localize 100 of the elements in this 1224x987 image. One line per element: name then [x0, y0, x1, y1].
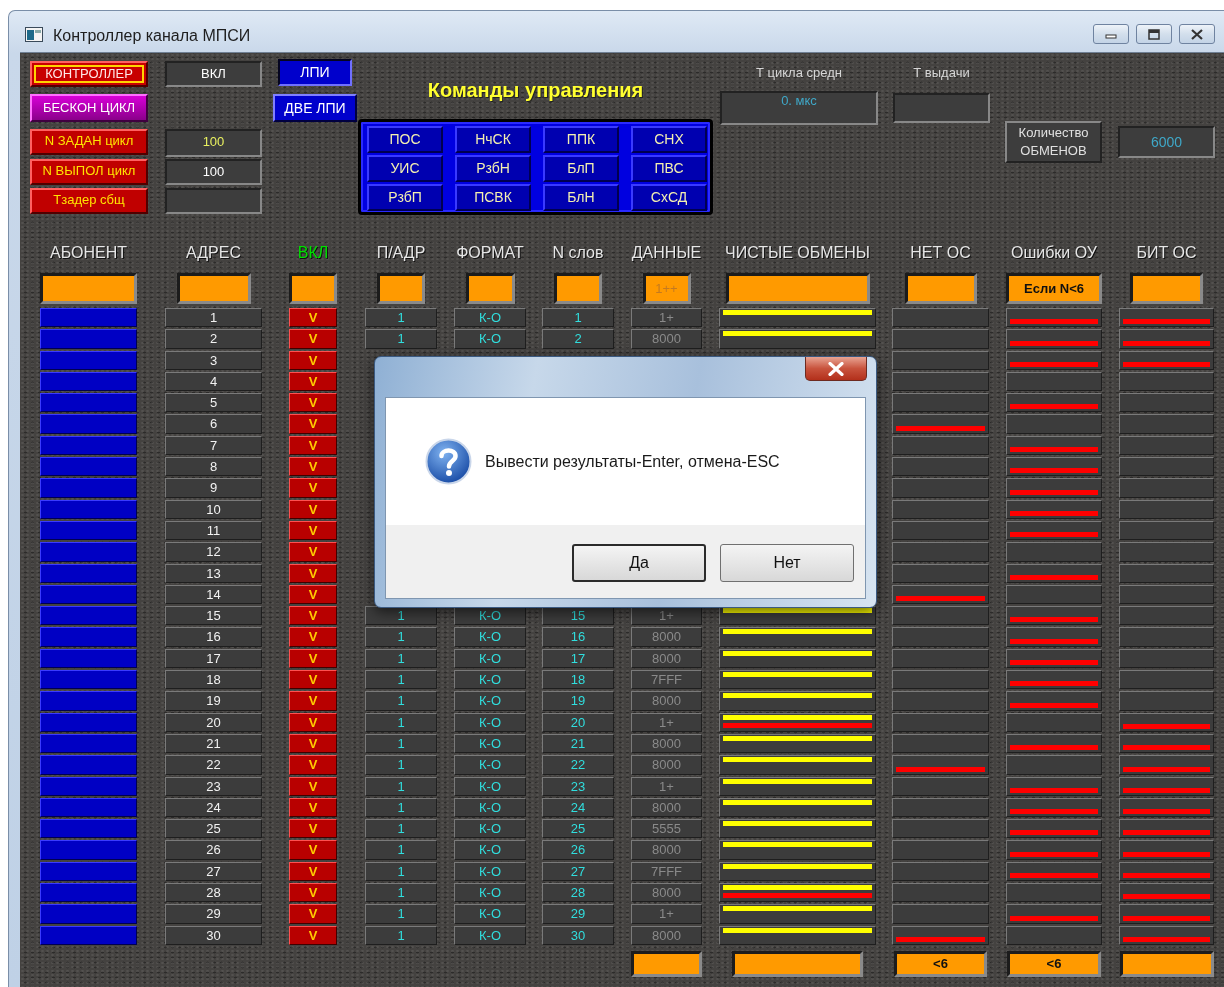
address-cell: 15 — [165, 606, 262, 626]
command-button[interactable]: ПОС — [367, 126, 443, 153]
enable-cell: V — [289, 925, 337, 945]
enable-cell: V — [289, 371, 337, 392]
data-cell: 8000 — [631, 627, 702, 647]
enable-cell: V — [289, 520, 337, 541]
total-field: <6 — [894, 950, 987, 977]
command-button[interactable]: БлП — [543, 155, 619, 182]
command-button[interactable]: УИС — [367, 155, 443, 182]
table-cell: 18 — [542, 670, 614, 690]
command-button[interactable]: ПВС — [631, 155, 707, 182]
close-button[interactable] — [1179, 24, 1215, 44]
column-header: П/АДР — [376, 243, 426, 263]
filter-field[interactable] — [176, 273, 251, 304]
parameter-label: N ЗАДАН цикл — [30, 129, 148, 155]
enable-cell: V — [289, 457, 337, 477]
command-button[interactable]: НчСК — [455, 126, 531, 153]
enable-cell: V — [289, 755, 337, 775]
lpi-button[interactable]: ДВЕ ЛПИ — [273, 94, 357, 122]
dialog-button[interactable]: Нет — [720, 544, 854, 582]
command-button[interactable]: БлН — [543, 184, 619, 211]
address-cell: 24 — [165, 797, 262, 818]
column-header: НЕТ ОС — [910, 243, 971, 263]
mode-button[interactable]: КОНТРОЛЛЕР — [30, 61, 148, 87]
data-cell: 1+ — [631, 712, 702, 732]
data-cell: 7FFF — [631, 861, 702, 881]
filter-field[interactable] — [377, 273, 425, 304]
table-cell: 1 — [365, 606, 437, 626]
table-cell: 1 — [365, 797, 437, 818]
table-cell: К-О — [454, 840, 526, 860]
address-cell: 12 — [165, 542, 262, 562]
data-cell: 8000 — [631, 797, 702, 818]
filter-field[interactable] — [465, 273, 515, 304]
table-cell: 20 — [542, 712, 614, 732]
enable-cell: V — [289, 904, 337, 924]
address-cell: 13 — [165, 563, 262, 583]
command-button[interactable]: РзбП — [367, 184, 443, 211]
enable-cell: V — [289, 670, 337, 690]
enable-cell: V — [289, 883, 337, 903]
dialog-message: Вывести результаты-Enter, отмена-ESC — [485, 451, 780, 472]
dialog-button[interactable]: Да — [572, 544, 706, 582]
exchange-count-button[interactable]: Количество ОБМЕНОВ — [1005, 121, 1102, 163]
command-button[interactable]: РзбН — [455, 155, 531, 182]
table-cell: 22 — [542, 755, 614, 775]
table-cell: 30 — [542, 925, 614, 945]
mode-button[interactable]: БЕСКОН ЦИКЛ — [30, 94, 148, 122]
table-cell: К-О — [454, 861, 526, 881]
address-cell: 1 — [165, 308, 262, 328]
table-cell: К-О — [454, 733, 526, 754]
close-icon — [827, 361, 845, 376]
data-cell: 7FFF — [631, 670, 702, 690]
table-cell: К-О — [454, 670, 526, 690]
filter-field[interactable] — [904, 273, 977, 304]
enable-cell: V — [289, 563, 337, 583]
total-field: <6 — [1007, 950, 1101, 977]
data-cell: 1+ — [631, 776, 702, 796]
command-button[interactable]: ПСВК — [455, 184, 531, 211]
address-cell: 10 — [165, 499, 262, 519]
data-cell: 5555 — [631, 819, 702, 839]
input-field[interactable]: 100 — [165, 129, 262, 157]
filter-field[interactable] — [40, 273, 137, 304]
maximize-button[interactable] — [1136, 24, 1172, 44]
data-cell: 1+ — [631, 308, 702, 328]
lpi-button[interactable]: ЛПИ — [278, 59, 352, 86]
panel-title: Команды управления — [427, 78, 644, 103]
exchange-count-field: 6000 — [1118, 126, 1215, 158]
table-cell: К-О — [454, 755, 526, 775]
table-cell: 27 — [542, 861, 614, 881]
filter-field[interactable] — [289, 273, 337, 304]
table-cell: 1 — [365, 861, 437, 881]
table-cell: 1 — [542, 308, 614, 328]
table-cell: К-О — [454, 883, 526, 903]
command-button[interactable]: СНХ — [631, 126, 707, 153]
enable-cell: V — [289, 648, 337, 669]
command-button[interactable]: ППК — [543, 126, 619, 153]
address-cell: 8 — [165, 457, 262, 477]
filter-field[interactable] — [554, 273, 602, 304]
filter-field[interactable]: Если N<6 — [1006, 273, 1102, 304]
command-button[interactable]: СхСД — [631, 184, 707, 211]
value-field: ВКЛ — [165, 61, 262, 87]
column-header: АБОНЕНТ — [50, 243, 127, 263]
table-cell: К-О — [454, 776, 526, 796]
close-button[interactable] — [805, 357, 867, 381]
minimize-button[interactable] — [1093, 24, 1129, 44]
address-cell: 30 — [165, 925, 262, 945]
table-cell: 19 — [542, 691, 614, 711]
column-header: БИТ ОС — [1136, 243, 1197, 263]
table-cell: К-О — [454, 606, 526, 626]
table-cell: 1 — [365, 627, 437, 647]
table-cell: К-О — [454, 627, 526, 647]
address-cell: 28 — [165, 883, 262, 903]
enable-cell: V — [289, 393, 337, 413]
data-cell: 8000 — [631, 883, 702, 903]
enable-cell: V — [289, 435, 337, 456]
filter-field[interactable] — [725, 273, 870, 304]
filter-field[interactable] — [1130, 273, 1203, 304]
parameter-label: N ВЫПОЛ цикл — [30, 159, 148, 185]
enable-cell: V — [289, 733, 337, 754]
enable-cell: V — [289, 329, 337, 349]
column-header: ДАННЫЕ — [631, 243, 702, 263]
